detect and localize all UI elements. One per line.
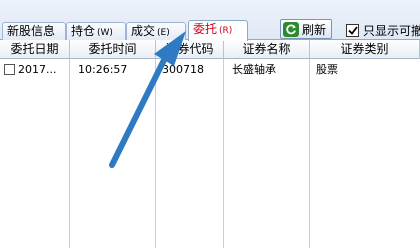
column-header-security-name[interactable]: 证券名称 bbox=[224, 40, 310, 59]
refresh-button[interactable]: 刷新 bbox=[280, 19, 332, 39]
only-show-cancellable-label: 只显示可撤 bbox=[363, 23, 420, 38]
tab-hotkey: (R) bbox=[219, 26, 233, 36]
only-show-cancellable-toggle[interactable]: 只显示可撤 bbox=[346, 22, 420, 38]
column-header-order-time[interactable]: 委托时间 bbox=[70, 40, 156, 59]
cell-order-date: 2017... bbox=[18, 63, 57, 76]
table-row[interactable]: 2017... 10:26:57 300718 长盛轴承 股票 bbox=[0, 61, 420, 78]
tab-orders[interactable]: 委托 (R) bbox=[188, 20, 248, 41]
tab-hotkey: (E) bbox=[157, 28, 170, 38]
tab-hotkey: (W) bbox=[97, 28, 113, 38]
checkbox[interactable] bbox=[346, 23, 359, 37]
row-checkbox[interactable] bbox=[4, 64, 15, 75]
column-header-order-date[interactable]: 委托日期 bbox=[0, 40, 70, 59]
column-header-security-code[interactable]: 证券代码 bbox=[156, 40, 224, 59]
tab-label: 持仓 bbox=[71, 24, 96, 38]
table-header: 委托日期 委托时间 证券代码 证券名称 证券类别 bbox=[0, 40, 420, 59]
cell-security-code: 300718 bbox=[162, 63, 204, 76]
tab-label: 委托 bbox=[193, 22, 218, 36]
tab-strip: 新股信息 持仓 (W) 成交 (E) 委托 (R) 刷新 只显示可撤 bbox=[0, 0, 420, 41]
refresh-label: 刷新 bbox=[302, 22, 327, 37]
orders-table: 委托日期 委托时间 证券代码 证券名称 证券类别 2017... 10:26:5… bbox=[0, 40, 420, 248]
checkmark-icon bbox=[347, 25, 358, 35]
tab-deals[interactable]: 成交 (E) bbox=[126, 22, 186, 40]
column-header-security-type[interactable]: 证券类别 bbox=[310, 40, 420, 59]
table-body: 2017... 10:26:57 300718 长盛轴承 股票 bbox=[0, 59, 420, 248]
tab-label: 成交 bbox=[131, 24, 156, 38]
cell-security-name: 长盛轴承 bbox=[232, 63, 276, 76]
cell-security-type: 股票 bbox=[316, 63, 338, 76]
tab-new-stock-info[interactable]: 新股信息 bbox=[2, 22, 66, 40]
tab-positions[interactable]: 持仓 (W) bbox=[66, 22, 126, 40]
tab-label: 新股信息 bbox=[7, 24, 56, 38]
refresh-icon bbox=[283, 21, 299, 37]
cell-order-time: 10:26:57 bbox=[78, 63, 128, 76]
